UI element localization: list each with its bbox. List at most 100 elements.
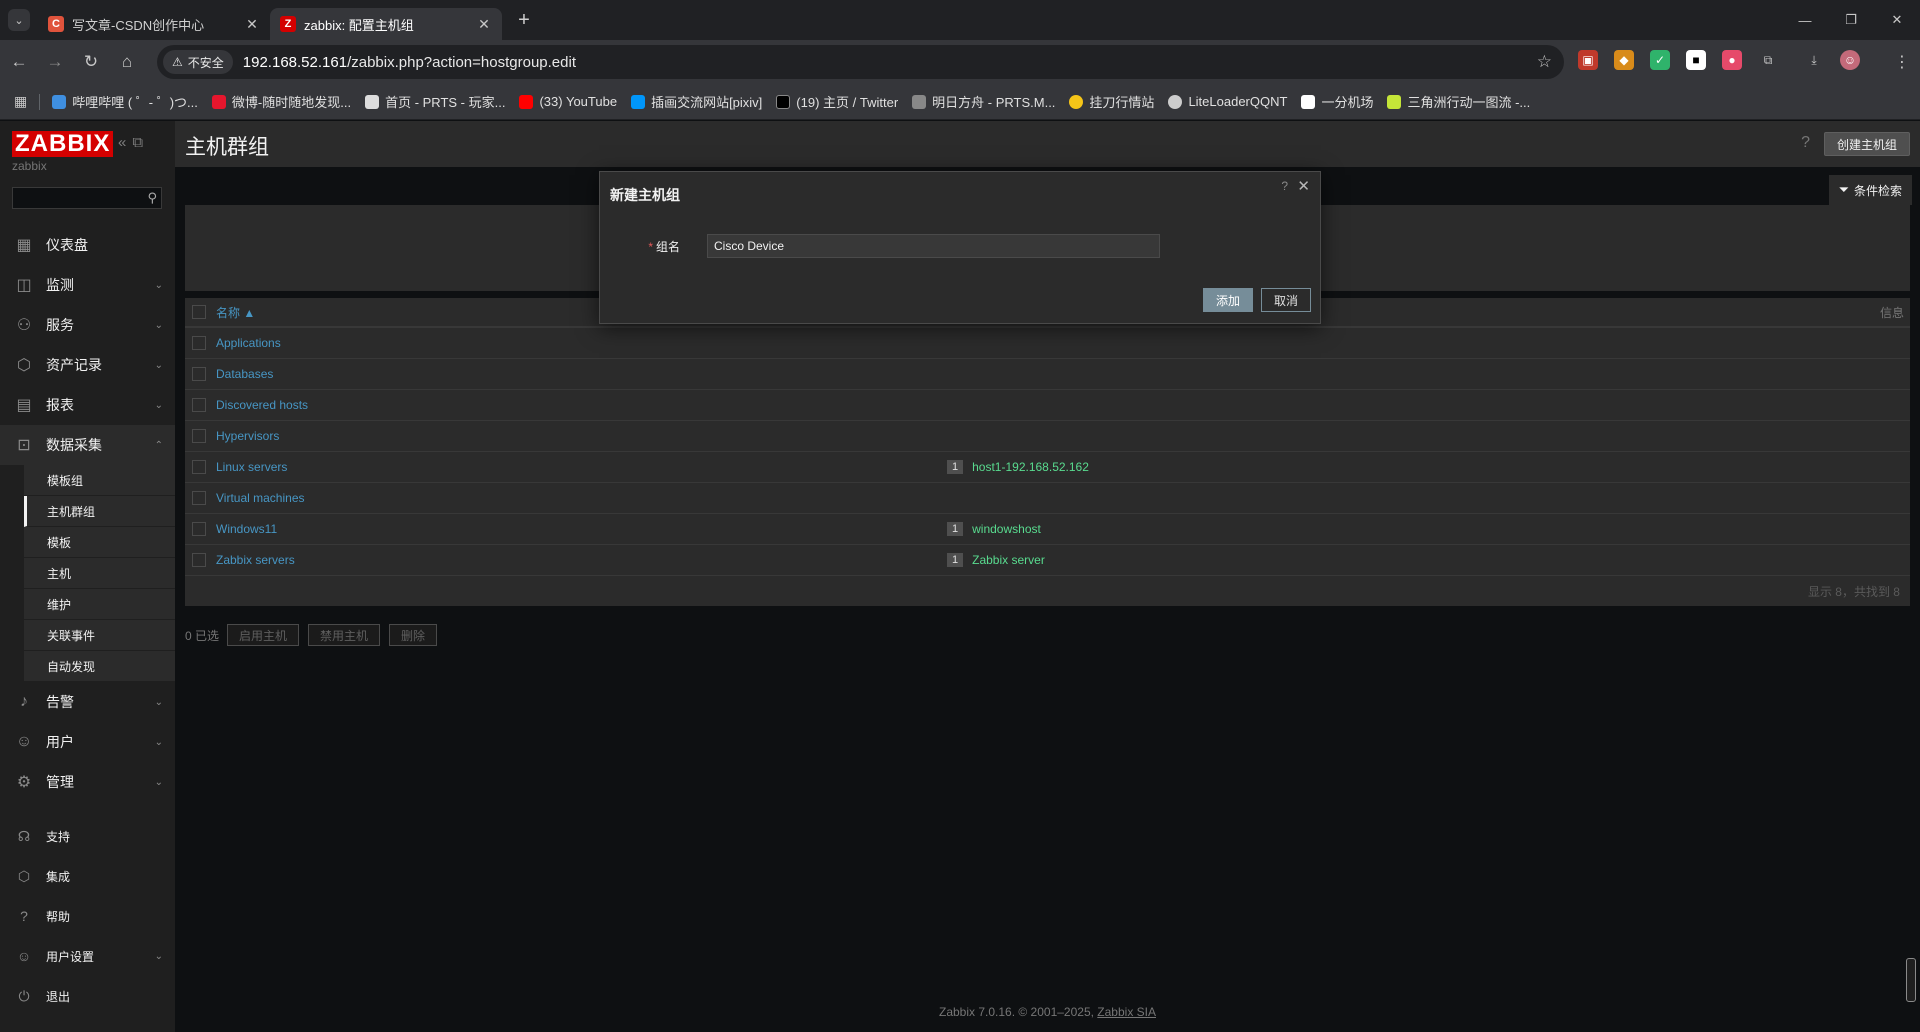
menu-services[interactable]: ⚇ 服务 ⌄ [0, 305, 175, 345]
search-icon[interactable]: ⚲ [147, 190, 157, 206]
forward-icon[interactable]: → [38, 45, 72, 79]
extension-shield-icon[interactable]: ✓ [1650, 50, 1670, 70]
close-icon[interactable]: ✕ [244, 16, 260, 33]
menu-monitoring[interactable]: ◫ 监测 ⌄ [0, 265, 175, 305]
row-checkbox[interactable] [192, 460, 206, 474]
back-icon[interactable]: ← [2, 45, 36, 79]
submenu-templates[interactable]: 模板 [24, 527, 175, 558]
group-name-link[interactable]: Discovered hosts [216, 398, 308, 412]
apps-icon[interactable]: ▦ [14, 93, 27, 110]
select-all-checkbox[interactable] [192, 305, 206, 319]
bookmark-weibo[interactable]: 微博-随时随地发现... [211, 92, 351, 111]
home-icon[interactable]: ⌂ [110, 45, 144, 79]
menu-administration[interactable]: ⚙ 管理 ⌄ [0, 762, 175, 802]
avatar[interactable]: ☺ [1840, 50, 1860, 70]
menu-label: 退出 [46, 989, 71, 1004]
delete-button[interactable]: 删除 [389, 624, 438, 646]
extension-red-icon[interactable]: ▣ [1578, 50, 1598, 70]
tab-search-icon[interactable]: ⌄ [8, 9, 30, 31]
add-button[interactable]: 添加 [1202, 288, 1253, 312]
resize-handle[interactable] [1906, 958, 1916, 1002]
window-close-icon[interactable]: ✕ [1874, 0, 1920, 40]
menu-signout[interactable]: ⏻ 退出 [0, 976, 175, 1016]
security-chip[interactable]: ⚠ 不安全 [163, 50, 233, 74]
row-checkbox[interactable] [192, 429, 206, 443]
menu-help[interactable]: ? 帮助 [0, 896, 175, 936]
group-name-link[interactable]: Virtual machines [216, 491, 305, 505]
zabbix-logo[interactable]: ZABBIX [12, 131, 114, 157]
group-name-link[interactable]: Databases [216, 367, 273, 381]
minimize-icon[interactable]: — [1782, 0, 1828, 40]
menu-alerts[interactable]: ♪ 告警 ⌄ [0, 682, 175, 722]
submenu-discovery[interactable]: 自动发现 [24, 651, 175, 682]
submenu-maintenance[interactable]: 维护 [24, 589, 175, 620]
bookmark-guadao[interactable]: 挂刀行情站 [1069, 92, 1154, 111]
host-link[interactable]: Zabbix server [972, 553, 1045, 567]
menu-dashboard[interactable]: ▦ 仪表盘 [0, 225, 175, 265]
menu-integrations[interactable]: ⬡ 集成 [0, 856, 175, 896]
group-name-link[interactable]: Zabbix servers [216, 553, 295, 567]
bookmark-pixiv[interactable]: 插画交流网站[pixiv] [631, 92, 762, 111]
menu-users[interactable]: ☺ 用户 ⌄ [0, 722, 175, 762]
menu-user-settings[interactable]: ☺ 用户设置 ⌄ [0, 936, 175, 976]
menu-reports[interactable]: ▤ 报表 ⌄ [0, 385, 175, 425]
footer-link[interactable]: Zabbix SIA [1097, 1005, 1156, 1019]
close-icon[interactable]: ✕ [476, 16, 492, 33]
bookmark-twitter[interactable]: (19) 主页 / Twitter [776, 92, 898, 111]
bookmark-prts[interactable]: 首页 - PRTS - 玩家... [365, 92, 505, 111]
tab-csdn[interactable]: C 写文章-CSDN创作中心 ✕ [38, 8, 270, 40]
filter-tab[interactable]: ⏷ 条件检索 [1828, 175, 1912, 205]
submenu-template-groups[interactable]: 模板组 [24, 465, 175, 496]
bookmark-bilibili[interactable]: 哔哩哔哩 ( ゜- ゜)つ... [52, 92, 198, 111]
row-checkbox[interactable] [192, 398, 206, 412]
cancel-button[interactable]: 取消 [1260, 288, 1311, 312]
help-icon[interactable]: ? [1801, 134, 1810, 152]
menu-data-collection[interactable]: ⊡ 数据采集 ⌃ [0, 425, 175, 465]
group-name-link[interactable]: Hypervisors [216, 429, 279, 443]
bookmark-yifen[interactable]: 一分机场 [1301, 92, 1373, 111]
restore-icon[interactable]: ❐ [1828, 0, 1874, 40]
download-icon[interactable]: ⤓ [1804, 50, 1824, 70]
row-checkbox[interactable] [192, 553, 206, 567]
menu-inventory[interactable]: ⬡ 资产记录 ⌄ [0, 345, 175, 385]
bookmark-arknights[interactable]: 明日方舟 - PRTS.M... [912, 92, 1055, 111]
new-tab-icon[interactable]: + [510, 9, 538, 32]
submenu-event-correlation[interactable]: 关联事件 [24, 620, 175, 651]
column-name-header[interactable]: 名称 ▲ [216, 304, 255, 321]
submenu-host-groups[interactable]: 主机群组 [24, 496, 175, 527]
row-checkbox[interactable] [192, 336, 206, 350]
menu-more-icon[interactable]: ⋮ [1894, 52, 1910, 72]
weibo-icon [211, 94, 226, 109]
row-checkbox[interactable] [192, 522, 206, 536]
host-link[interactable]: windowshost [972, 522, 1041, 536]
group-name-input[interactable] [707, 234, 1160, 258]
create-host-group-button[interactable]: 创建主机组 [1823, 132, 1910, 156]
sidebar-search-input[interactable]: ⚲ [12, 187, 162, 209]
submenu-hosts[interactable]: 主机 [24, 558, 175, 589]
bookmark-delta[interactable]: 三角洲行动一图流 -... [1387, 92, 1530, 111]
help-icon[interactable]: ? [1281, 179, 1288, 193]
extension-pink-icon[interactable]: ● [1722, 50, 1742, 70]
bookmark-label: 三角洲行动一图流 -... [1407, 95, 1531, 110]
close-icon[interactable]: ✕ [1297, 177, 1310, 195]
url-text[interactable]: 192.168.52.161/zabbix.php?action=hostgro… [243, 54, 576, 71]
group-name-link[interactable]: Applications [216, 336, 281, 350]
host-link[interactable]: host1-192.168.52.162 [972, 460, 1089, 474]
group-name-link[interactable]: Linux servers [216, 460, 287, 474]
disable-hosts-button[interactable]: 禁用主机 [308, 624, 381, 646]
enable-hosts-button[interactable]: 启用主机 [227, 624, 300, 646]
extension-tiger-icon[interactable]: ◆ [1614, 50, 1634, 70]
omnibox[interactable]: ⚠ 不安全 192.168.52.161/zabbix.php?action=h… [157, 45, 1564, 79]
extension-square-icon[interactable]: ■ [1686, 50, 1706, 70]
bookmark-liteloader[interactable]: LiteLoaderQQNT [1168, 94, 1287, 109]
collapse-sidebar-icon[interactable]: «⧉ [118, 134, 149, 151]
bookmark-star-icon[interactable]: ☆ [1537, 52, 1552, 72]
reload-icon[interactable]: ↻ [74, 45, 108, 79]
puzzle-icon[interactable]: ⧉ [1758, 50, 1778, 70]
menu-support[interactable]: ☊ 支持 [0, 816, 175, 856]
row-checkbox[interactable] [192, 491, 206, 505]
row-checkbox[interactable] [192, 367, 206, 381]
tab-zabbix[interactable]: Z zabbix: 配置主机组 ✕ [270, 8, 502, 40]
group-name-link[interactable]: Windows11 [216, 522, 277, 536]
bookmark-youtube[interactable]: (33) YouTube [519, 94, 617, 109]
